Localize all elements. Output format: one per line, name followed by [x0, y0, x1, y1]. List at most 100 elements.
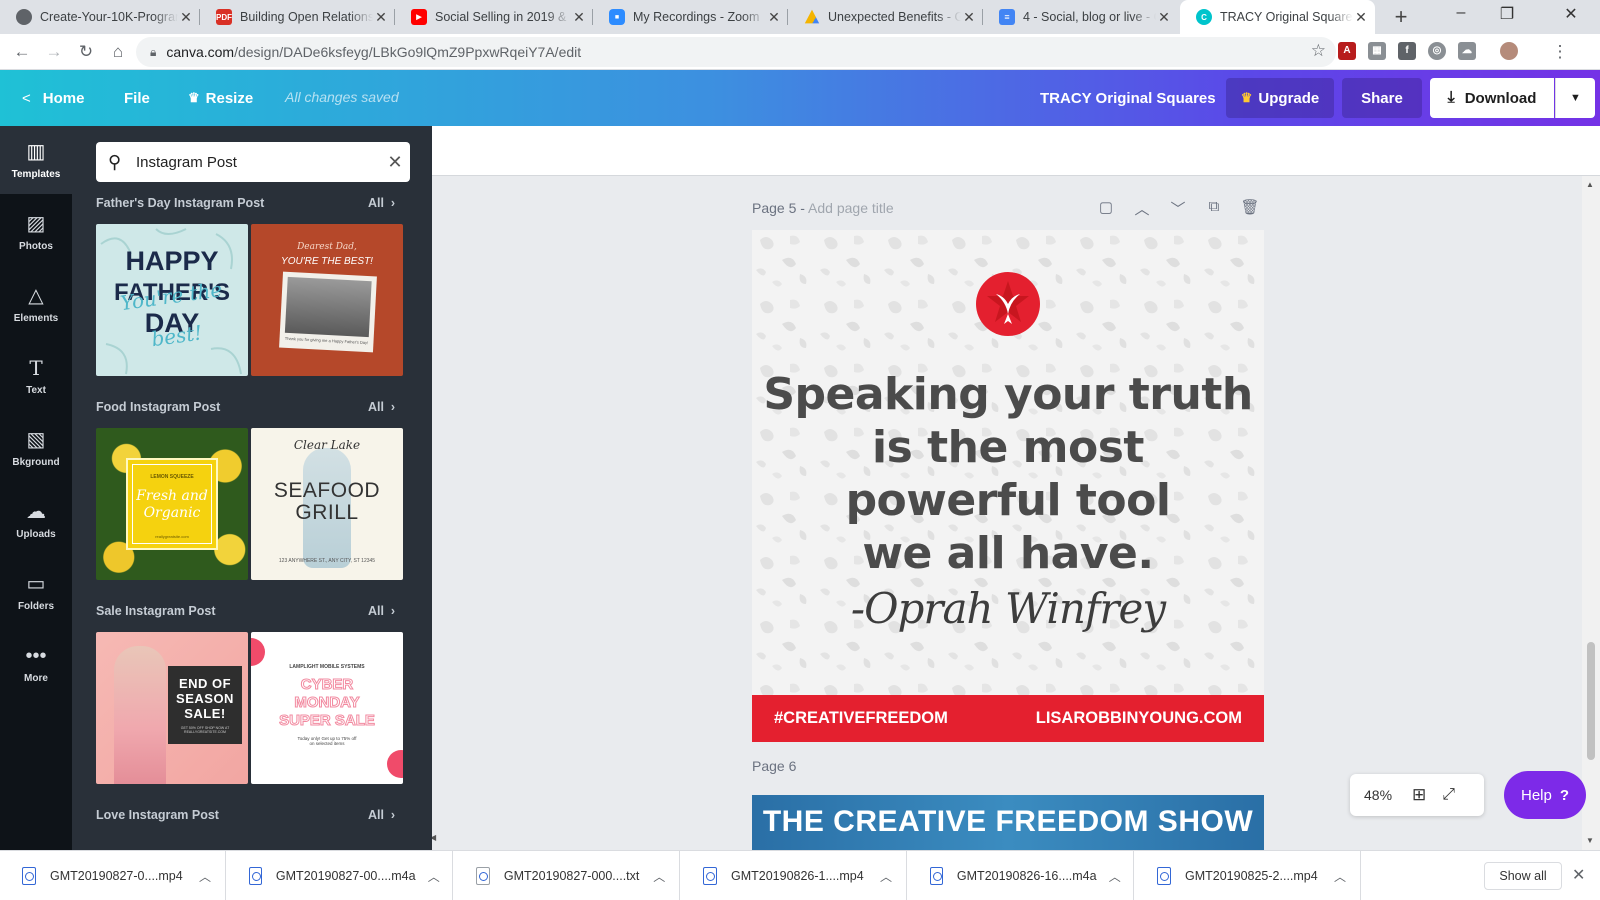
- file-menu-button[interactable]: File: [124, 70, 150, 126]
- browser-menu-icon[interactable]: ⋮: [1548, 40, 1572, 64]
- search-icon: ⚲: [108, 151, 122, 172]
- url-field[interactable]: 🔒︎ canva.com/design/DADe6ksfeyg/LBkGo9lQ…: [136, 37, 1336, 67]
- show-all-button[interactable]: Show all: [1484, 862, 1562, 890]
- scroll-down-icon[interactable]: ▼: [1586, 836, 1594, 845]
- chevron-up-icon[interactable]: ︿: [1097, 868, 1133, 885]
- move-page-down-icon[interactable]: ﹀: [1166, 198, 1190, 219]
- minimize-icon[interactable]: –: [1438, 4, 1484, 22]
- template-fathers-day-happy[interactable]: HAPPY FATHER'S DAY You're the best!: [96, 224, 248, 376]
- tab-close-icon[interactable]: ✕: [571, 9, 587, 26]
- download-item[interactable]: GMT20190825-2....mp4 ︿: [1135, 851, 1361, 900]
- rail-item-more[interactable]: ••• More: [0, 630, 72, 698]
- reload-icon[interactable]: ↻: [74, 40, 98, 64]
- home-icon[interactable]: ⌂: [106, 40, 130, 64]
- thumb-text: SUPER SALE: [279, 712, 376, 730]
- calendar-extension-icon[interactable]: ▦: [1368, 42, 1386, 60]
- rail-item-text[interactable]: T Text: [0, 342, 72, 410]
- close-downloads-icon[interactable]: ✕: [1572, 865, 1585, 885]
- grid-view-icon[interactable]: ⊞: [1412, 785, 1426, 805]
- download-item[interactable]: GMT20190827-000....txt ︿: [454, 851, 680, 900]
- template-search[interactable]: ⚲ Instagram Post ✕: [96, 142, 410, 182]
- browser-tab[interactable]: Create-Your-10K-Program ✕: [0, 0, 200, 34]
- rail-item-templates[interactable]: ▥ Templates: [0, 126, 72, 194]
- vertical-scrollbar[interactable]: ▲ ▼: [1582, 176, 1600, 850]
- bookmark-star-icon[interactable]: ☆: [1311, 41, 1326, 61]
- design-title[interactable]: TRACY Original Squares: [1040, 70, 1216, 126]
- acrobat-extension-icon[interactable]: A: [1338, 42, 1356, 60]
- help-button[interactable]: Help ?: [1504, 771, 1586, 819]
- rail-item-background[interactable]: ▧ Bkground: [0, 414, 72, 482]
- thumb-text: Clear Lake: [293, 438, 361, 452]
- page-title-placeholder[interactable]: Add page title: [808, 200, 894, 216]
- see-all-link[interactable]: All ›: [368, 196, 395, 210]
- zoom-level[interactable]: 48%: [1364, 787, 1400, 803]
- quote-author[interactable]: -Oprah Winfrey: [752, 584, 1264, 633]
- horizontal-scrollbar[interactable]: ◀: [432, 832, 1582, 850]
- see-all-link[interactable]: All ›: [368, 604, 395, 618]
- cloud-extension-icon[interactable]: ☁: [1458, 42, 1476, 60]
- chevron-up-icon[interactable]: ︿: [1320, 868, 1360, 885]
- page-6-header[interactable]: Page 6: [752, 758, 796, 774]
- browser-tab[interactable]: ■ My Recordings - Zoom ✕: [593, 0, 788, 34]
- download-item[interactable]: GMT20190826-16....m4a ︿: [908, 851, 1134, 900]
- scrollbar-thumb[interactable]: [1587, 642, 1595, 760]
- download-item[interactable]: GMT20190827-00....m4a ︿: [227, 851, 453, 900]
- download-item[interactable]: GMT20190826-1....mp4 ︿: [681, 851, 907, 900]
- browser-tab[interactable]: ▶ Social Selling in 2019 & Beyond ✕: [395, 0, 593, 34]
- browser-tab[interactable]: Unexpected Benefits - Google Drive ✕: [788, 0, 983, 34]
- fullscreen-icon[interactable]: ⤢: [1442, 786, 1455, 804]
- browser-tab[interactable]: PDF Building Open Relationships ✕: [200, 0, 395, 34]
- template-food-lemon[interactable]: LEMON SQUEEZE Fresh and Organic reallygr…: [96, 428, 248, 580]
- back-icon[interactable]: ←: [10, 40, 34, 64]
- tab-close-icon[interactable]: ✕: [373, 9, 389, 26]
- footer-banner[interactable]: #CREATIVEFREEDOM LISAROBBINYOUNG.COM: [752, 695, 1264, 742]
- delete-page-icon[interactable]: 🗑︎: [1238, 198, 1262, 216]
- page-5-header[interactable]: Page 5 - Add page title: [752, 200, 894, 216]
- rail-item-uploads[interactable]: ☁ Uploads: [0, 486, 72, 554]
- tab-close-icon[interactable]: ✕: [1353, 9, 1369, 26]
- clear-search-icon[interactable]: ✕: [380, 152, 410, 173]
- tab-close-icon[interactable]: ✕: [961, 9, 977, 26]
- chevron-up-icon[interactable]: ︿: [416, 868, 452, 885]
- profile-avatar[interactable]: [1500, 42, 1518, 60]
- rail-item-elements[interactable]: △ Elements: [0, 270, 72, 338]
- home-button[interactable]: < Home: [22, 70, 84, 126]
- window-close-icon[interactable]: ✕: [1548, 4, 1594, 24]
- template-sale-season[interactable]: END OF SEASON SALE! GET 50% OFF SHOP NOW…: [96, 632, 248, 784]
- thumb-text: SALE!: [184, 706, 226, 721]
- duplicate-page-icon[interactable]: ⧉: [1202, 198, 1226, 215]
- see-all-link[interactable]: All ›: [368, 400, 395, 414]
- scroll-left-icon[interactable]: ◀: [432, 833, 436, 842]
- design-page-5[interactable]: Speaking your truth is the most powerful…: [752, 230, 1264, 742]
- page-notes-icon[interactable]: ▢: [1094, 198, 1118, 216]
- chevron-up-icon[interactable]: ︿: [185, 868, 225, 885]
- chevron-up-icon[interactable]: ︿: [866, 868, 906, 885]
- template-fathers-day-dad[interactable]: Dearest Dad, YOU'RE THE BEST! Thank you …: [251, 224, 403, 376]
- rail-item-folders[interactable]: ▭ Folders: [0, 558, 72, 626]
- see-all-link[interactable]: All ›: [368, 808, 395, 822]
- tab-close-icon[interactable]: ✕: [178, 9, 194, 26]
- template-sale-cyber[interactable]: LAMPLIGHT MOBILE SYSTEMS CYBER MONDAY SU…: [251, 632, 403, 784]
- browser-tab-active[interactable]: C TRACY Original Squares ✕: [1180, 0, 1375, 34]
- chevron-up-icon[interactable]: ︿: [639, 868, 679, 885]
- restore-icon[interactable]: ❐: [1484, 4, 1530, 24]
- new-tab-icon[interactable]: +: [1388, 4, 1414, 30]
- tab-close-icon[interactable]: ✕: [766, 9, 782, 26]
- scroll-up-icon[interactable]: ▲: [1586, 180, 1594, 189]
- share-button[interactable]: Share: [1342, 78, 1422, 118]
- quote-text[interactable]: Speaking your truth is the most powerful…: [752, 368, 1264, 580]
- template-food-seafood[interactable]: Clear Lake SEAFOOD GRILL 123 ANYWHERE ST…: [251, 428, 403, 580]
- download-button[interactable]: ⤓ Download: [1430, 78, 1554, 118]
- rail-item-photos[interactable]: ▨ Photos: [0, 198, 72, 266]
- resize-button[interactable]: ♛ Resize: [188, 70, 253, 126]
- browser-tab[interactable]: ≡ 4 - Social, blog or live - Google Docs…: [983, 0, 1178, 34]
- tab-close-icon[interactable]: ✕: [1156, 9, 1172, 26]
- search-input[interactable]: Instagram Post: [136, 154, 380, 171]
- facebook-extension-icon[interactable]: f: [1398, 42, 1416, 60]
- upgrade-button[interactable]: ♛ Upgrade: [1226, 78, 1334, 118]
- extension-icon[interactable]: ◎: [1428, 42, 1446, 60]
- download-options-button[interactable]: ▼: [1555, 78, 1595, 118]
- move-page-up-icon[interactable]: ︿: [1130, 198, 1154, 219]
- forward-icon[interactable]: →: [42, 40, 66, 64]
- download-item[interactable]: GMT20190827-0....mp4 ︿: [0, 851, 226, 900]
